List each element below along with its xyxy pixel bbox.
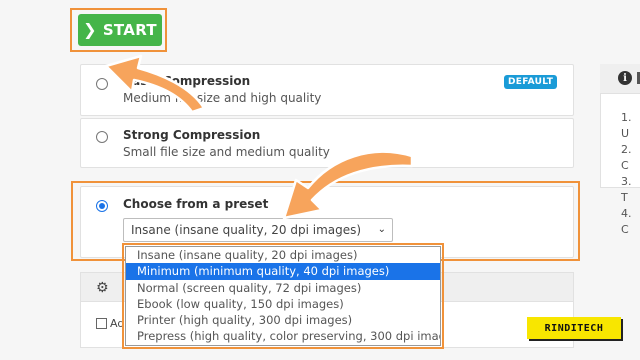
option-title: Choose from a preset [123,197,269,211]
option-subtitle: Medium file size and high quality [123,91,322,105]
option-title: Strong Compression [123,128,261,142]
chevron-right-icon: ❯ [83,20,97,39]
watermark-badge: RINDITECH [527,317,621,339]
start-button[interactable]: ❯ START [78,14,162,46]
info-step: 1. U [621,111,632,140]
preset-option-insane[interactable]: Insane (insane quality, 20 dpi images) [126,247,440,263]
info-steps-list: 1. U 2. C 3. T 4. C [621,110,640,238]
advanced-checkbox[interactable] [96,318,107,329]
info-step: 3. T [621,175,632,204]
info-step: 4. C [621,207,632,236]
radio-choose-preset[interactable] [96,200,108,212]
default-badge: DEFAULT [504,75,558,89]
start-button-label: START [102,21,157,39]
preset-option-prepress[interactable]: Prepress (high quality, color preserving… [126,328,440,344]
option-title: Basic Compression [123,74,251,88]
preset-option-ebook[interactable]: Ebook (low quality, 150 dpi images) [126,296,440,312]
radio-basic-compression[interactable] [96,78,108,90]
chevron-down-icon: ⌄ [377,224,386,235]
option-subtitle: Small file size and medium quality [123,145,330,159]
info-step: 2. C [621,143,632,172]
preset-select-value: Insane (insane quality, 20 dpi images) [131,223,362,237]
preset-option-printer[interactable]: Printer (high quality, 300 dpi images) [126,312,440,328]
preset-select[interactable]: Insane (insane quality, 20 dpi images) ⌄ [123,218,393,242]
radio-strong-compression[interactable] [96,131,108,143]
preset-dropdown-list[interactable]: Insane (insane quality, 20 dpi images) M… [125,246,441,346]
option-basic-compression[interactable]: Basic Compression Medium file size and h… [80,64,574,116]
gears-icon: ⚙ [96,280,109,296]
info-icon: i [618,71,632,85]
option-strong-compression[interactable]: Strong Compression Small file size and m… [80,118,574,168]
preset-option-normal[interactable]: Normal (screen quality, 72 dpi images) [126,280,440,296]
preset-option-minimum[interactable]: Minimum (minimum quality, 40 dpi images) [126,263,440,280]
